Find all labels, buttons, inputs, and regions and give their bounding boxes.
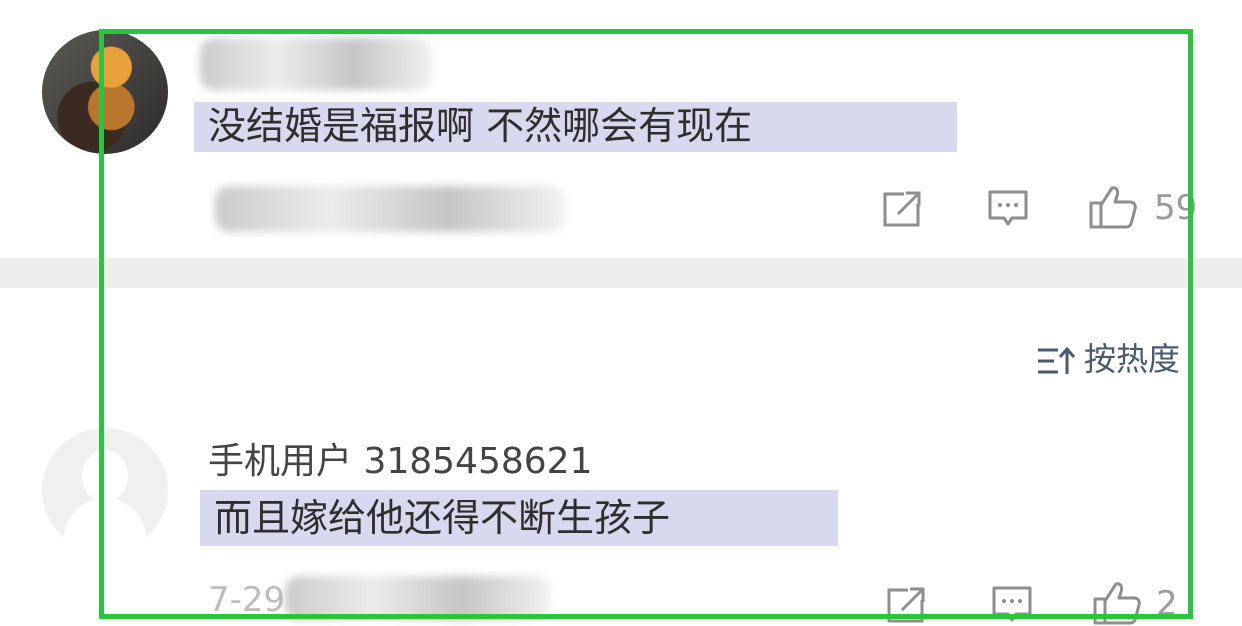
comment-text: 没结婚是福报啊 不然哪会有现在 (194, 102, 957, 152)
like-count: 59 (1154, 188, 1198, 228)
avatar-head-shape (82, 450, 128, 502)
section-divider (0, 258, 1242, 288)
blurred-meta (285, 576, 550, 620)
blurred-meta (215, 186, 565, 232)
user-avatar[interactable] (42, 30, 168, 154)
comment-date: 7-29 (208, 580, 286, 620)
reply-icon[interactable] (987, 188, 1029, 230)
like-count: 2 (1156, 584, 1178, 624)
sort-icon (1038, 346, 1076, 374)
comment-text: 而且嫁给他还得不断生孩子 (200, 490, 838, 546)
blurred-username (200, 38, 432, 90)
default-avatar[interactable] (42, 428, 168, 552)
reply-icon[interactable] (991, 584, 1033, 626)
share-icon[interactable] (882, 188, 924, 228)
sort-by-popularity[interactable]: 按热度 (1036, 334, 1180, 380)
thumbs-up-icon[interactable] (1088, 184, 1138, 230)
username[interactable]: 手机用户 3185458621 (208, 432, 593, 484)
thumbs-up-icon[interactable] (1092, 580, 1142, 626)
share-icon[interactable] (886, 584, 928, 624)
avatar-body-shape (64, 498, 146, 552)
sort-label: 按热度 (1084, 340, 1181, 378)
